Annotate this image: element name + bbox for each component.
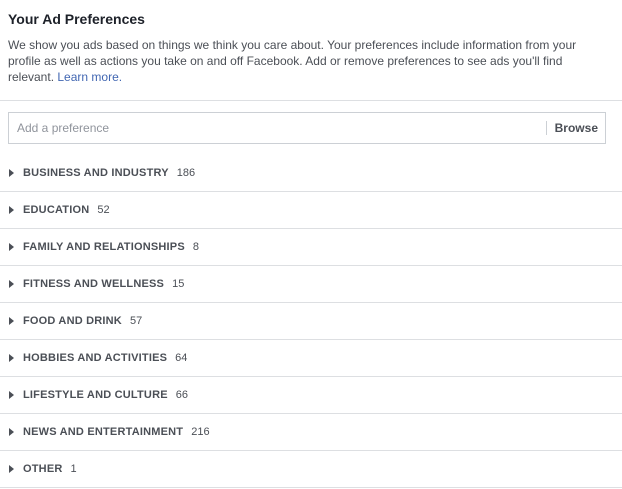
- caret-right-icon: [9, 317, 14, 325]
- caret-right-icon: [9, 354, 14, 362]
- learn-more-link[interactable]: Learn more.: [57, 70, 122, 84]
- category-label: FAMILY AND RELATIONSHIPS: [23, 241, 185, 253]
- category-count: 8: [192, 241, 199, 253]
- caret-right-icon: [9, 206, 14, 214]
- category-item-food-and-drink[interactable]: FOOD AND DRINK 57: [0, 303, 622, 340]
- caret-right-icon: [9, 280, 14, 288]
- category-count: 57: [129, 315, 143, 327]
- category-label: NEWS AND ENTERTAINMENT: [23, 426, 184, 438]
- category-label: FOOD AND DRINK: [23, 315, 122, 327]
- caret-right-icon: [9, 465, 14, 473]
- category-label: OTHER: [23, 463, 63, 475]
- category-item-other[interactable]: OTHER 1: [0, 451, 622, 488]
- category-count: 52: [97, 204, 110, 216]
- ad-preferences-header: Your Ad Preferences We show you ads base…: [8, 8, 608, 85]
- page-title: Your Ad Preferences: [8, 11, 145, 27]
- category-label: HOBBIES AND ACTIVITIES: [23, 352, 168, 364]
- page-description: We show you ads based on things we think…: [8, 37, 593, 85]
- category-item-business-and-industry[interactable]: BUSINESS AND INDUSTRY 186: [0, 155, 622, 192]
- caret-right-icon: [9, 243, 14, 251]
- category-label: FITNESS AND WELLNESS: [23, 278, 165, 290]
- category-count: 15: [172, 278, 185, 290]
- header-divider: [0, 100, 622, 101]
- category-item-hobbies-and-activities[interactable]: HOBBIES AND ACTIVITIES 64: [0, 340, 622, 377]
- category-count: 186: [176, 167, 196, 179]
- add-preference-input[interactable]: [9, 113, 546, 143]
- category-item-fitness-and-wellness[interactable]: FITNESS AND WELLNESS 15: [0, 266, 622, 303]
- category-label: LIFESTYLE AND CULTURE: [23, 389, 168, 401]
- category-item-news-and-entertainment[interactable]: NEWS AND ENTERTAINMENT 216: [0, 414, 622, 451]
- category-label: EDUCATION: [23, 204, 90, 216]
- category-count: 1: [70, 463, 77, 475]
- category-item-lifestyle-and-culture[interactable]: LIFESTYLE AND CULTURE 66: [0, 377, 622, 414]
- caret-right-icon: [9, 169, 14, 177]
- category-item-education[interactable]: EDUCATION 52: [0, 192, 622, 229]
- caret-right-icon: [9, 428, 14, 436]
- category-list: BUSINESS AND INDUSTRY 186 EDUCATION 52 F…: [0, 155, 622, 488]
- category-count: 66: [175, 389, 189, 401]
- category-count: 216: [191, 426, 210, 438]
- category-item-family-and-relationships[interactable]: FAMILY AND RELATIONSHIPS 8: [0, 229, 622, 266]
- browse-button[interactable]: Browse: [547, 113, 605, 143]
- category-label: BUSINESS AND INDUSTRY: [23, 167, 169, 179]
- preference-search-box: Browse: [8, 112, 606, 144]
- category-count: 64: [175, 352, 188, 364]
- caret-right-icon: [9, 391, 14, 399]
